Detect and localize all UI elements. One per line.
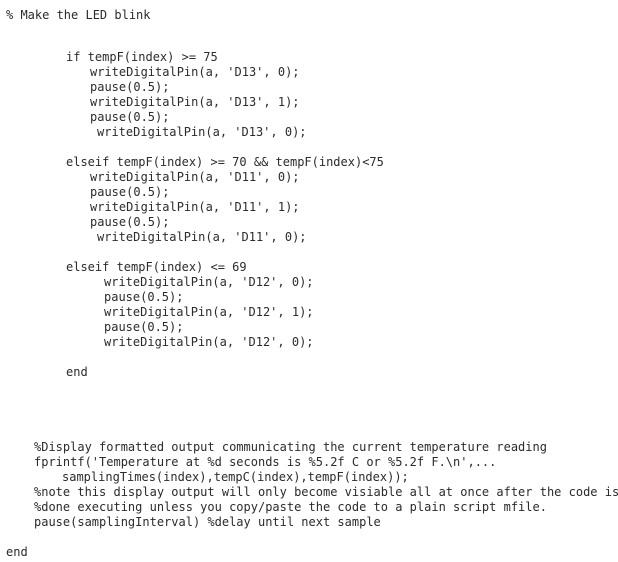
code-line: writeDigitalPin(a, 'D11', 0); [90, 170, 300, 184]
code-line: fprintf('Temperature at %d seconds is %5… [34, 455, 497, 469]
code-line: writeDigitalPin(a, 'D13', 1); [90, 95, 300, 109]
code-line: writeDigitalPin(a, 'D12', 0); [104, 275, 314, 289]
code-line: samplingTimes(index),tempC(index),tempF(… [62, 470, 409, 484]
code-line: writeDigitalPin(a, 'D12', 0); [104, 335, 314, 349]
code-line: pause(0.5); [90, 185, 170, 199]
code-line: end [66, 365, 88, 379]
code-line: pause(0.5); [90, 80, 170, 94]
code-line: pause(0.5); [104, 290, 184, 304]
code-line: pause(0.5); [104, 320, 184, 334]
code-line: elseif tempF(index) <= 69 [66, 260, 247, 274]
code-line: %done executing unless you copy/paste th… [34, 500, 547, 514]
code-line: if tempF(index) >= 75 [66, 50, 218, 64]
code-line: elseif tempF(index) >= 70 && tempF(index… [66, 155, 384, 169]
code-line: writeDigitalPin(a, 'D13', 0); [97, 125, 307, 139]
code-line: writeDigitalPin(a, 'D11', 1); [90, 200, 300, 214]
code-line: pause(0.5); [90, 110, 170, 124]
code-line: writeDigitalPin(a, 'D12', 1); [104, 305, 314, 319]
code-line: writeDigitalPin(a, 'D11', 0); [97, 230, 307, 244]
code-line: %note this display output will only beco… [34, 485, 618, 499]
code-listing: % Make the LED blink if tempF(index) >= 7… [0, 0, 618, 562]
code-line: pause(samplingInterval) %delay until nex… [34, 515, 381, 529]
code-line: pause(0.5); [90, 215, 170, 229]
code-line: % Make the LED blink [6, 8, 151, 22]
code-line: writeDigitalPin(a, 'D13', 0); [90, 65, 300, 79]
code-line: end [6, 545, 28, 559]
code-line: %Display formatted output communicating … [34, 440, 547, 454]
